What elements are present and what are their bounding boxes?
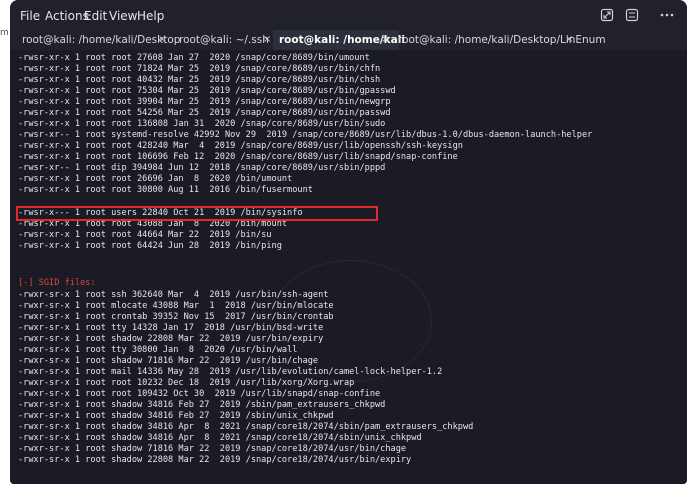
suid-line: -rwsr-xr-x 1 root root 26696 Jan 8 2020 … [18,174,293,184]
sgid-line: -rwxr-sr-x 1 root shadow 71816 Mar 22 20… [18,356,319,366]
close-icon[interactable]: × [158,30,166,50]
margin-glyph: m [0,28,9,38]
sgid-line: -rwxr-sr-x 1 root mail 14336 May 28 2019… [18,367,443,377]
suid-line: -rwsr-xr-x 1 root root 27608 Jan 27 2020… [18,53,370,63]
menu-file[interactable]: File [20,9,40,23]
sgid-line: -rwxr-sr-x 1 root shadow 34816 Apr 8 202… [18,433,422,443]
suid-line: -rwsr-xr-- 1 root dip 394984 Jun 12 2018… [18,163,386,173]
more-icon[interactable] [658,8,676,22]
sgid-line: -rwxr-sr-x 1 root tty 14328 Jan 17 2018 … [18,323,324,333]
suid-line: -rwsr-xr-x 1 root root 71824 Mar 25 2019… [18,64,381,74]
suid-line: -rwsr-xr-x 1 root root 428240 Mar 4 2019… [18,141,463,151]
suid-line: -rwsr-xr-x 1 root root 39904 Mar 25 2019… [18,97,391,107]
close-icon[interactable]: × [263,30,271,50]
expand-icon[interactable] [599,8,615,22]
suid-line: -rwsr-xr-x 1 root root 106696 Feb 12 202… [18,152,458,162]
tab-label: root@kali: /home/kali/Desktop/LinEnum [398,34,606,46]
suid-line: -rwsr-xr-x 1 root root 136808 Jan 31 202… [18,119,386,129]
sgid-line: -rwxr-sr-x 1 root root 109432 Oct 30 201… [18,389,381,399]
sgid-line: -rwxr-sr-x 1 root root 10232 Dec 18 2019… [18,378,355,388]
suid-line: -rwsr-xr-x 1 root root 75304 Mar 25 2019… [18,86,396,96]
menu-view[interactable]: View [109,9,137,23]
sgid-line: -rwxr-sr-x 1 root shadow 34816 Feb 27 20… [18,400,386,410]
terminal-output[interactable]: -rwsr-xr-x 1 root root 27608 Jan 27 2020… [10,50,687,484]
sgid-header: [-] SGID files: [18,278,96,288]
tab-ssh[interactable]: root@kali: ~/.ssh × [173,30,273,50]
close-icon[interactable]: × [381,30,389,50]
sgid-line: -rwxr-sr-x 1 root ssh 362640 Mar 4 2019 … [18,290,329,300]
suid-line: -rwsr-xr-x 1 root root 64424 Jun 28 2019… [18,241,282,251]
tab-bar: root@kali: /home/kali/Desktop × root@kal… [10,30,687,50]
menu-actions[interactable]: Actions [45,9,89,23]
suid-line: -rwsr-xr-x 1 root root 54256 Mar 25 2019… [18,108,391,118]
menu-help[interactable]: Help [137,9,164,23]
tab-label: root@kali: ~/.ssh [179,34,269,46]
menu-bar: File Actions Edit View Help [10,0,687,30]
suid-line: -rwsr-xr-x 1 root root 40432 Mar 25 2019… [18,75,381,85]
suid-line: -rwsr-xr-x 1 root root 44664 Mar 22 2019… [18,230,272,240]
split-icon[interactable] [624,8,640,22]
suid-line: -rwsr-xr-- 1 root systemd-resolve 42992 … [18,130,593,140]
menu-edit[interactable]: Edit [84,9,107,23]
sgid-line: -rwxr-sr-x 1 root shadow 34816 Apr 8 202… [18,422,474,432]
sgid-line: -rwxr-sr-x 1 root shadow 71816 Mar 22 20… [18,444,407,454]
sgid-line: -rwxr-sr-x 1 root shadow 34816 Feb 27 20… [18,411,334,421]
sgid-line: -rwxr-sr-x 1 root shadow 22808 Mar 22 20… [18,455,412,465]
tab-home-kali[interactable]: root@kali: /home/kali × [273,30,405,50]
terminal-window: File Actions Edit View Help root@kali: /… [10,0,687,484]
close-icon[interactable]: × [565,30,573,50]
left-margin: m [0,0,10,488]
sgid-line: -rwxr-sr-x 1 root mlocate 43088 Mar 1 20… [18,301,334,311]
suid-line: -rwsr-xr-x 1 root root 30800 Aug 11 2016… [18,185,313,195]
sgid-line: -rwxr-sr-x 1 root crontab 39352 Nov 15 2… [18,312,334,322]
highlight-box [16,206,378,221]
tab-linenum[interactable]: root@kali: /home/kali/Desktop/LinEnum × [392,30,606,50]
tab-label: root@kali: /home/kali/Desktop [22,34,181,46]
sgid-line: -rwxr-sr-x 1 root tty 30800 Jan 8 2020 /… [18,345,298,355]
tab-desktop[interactable]: root@kali: /home/kali/Desktop × [16,30,180,50]
sgid-line: -rwxr-sr-x 1 root shadow 22808 Mar 22 20… [18,334,324,344]
